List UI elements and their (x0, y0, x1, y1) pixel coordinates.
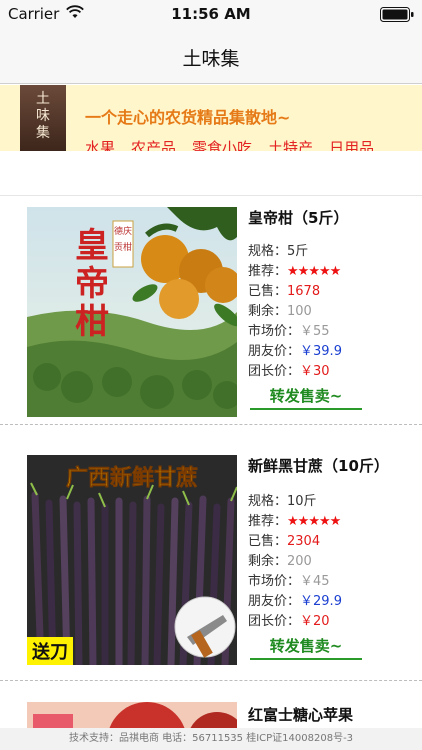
friend-price-row: 朋友价：￥29.9 (248, 590, 342, 609)
recommend-label: 推荐： (248, 514, 288, 529)
spec-row: 规格：5斤 (248, 240, 308, 259)
market-price: ￥55 (300, 324, 330, 339)
brand-logo[interactable]: 土 味 集 (20, 85, 66, 151)
forward-sell-button[interactable]: 转发售卖~ (250, 634, 362, 660)
remain-row: 剩余：100 (248, 300, 312, 319)
top-bar: Carrier 11:56 AM 土味集 (0, 0, 422, 84)
product-card[interactable]: 德庆贡柑 皇帝柑 皇帝柑（5斤） 规格：5斤 推荐：★★★★★ 已售：1678 … (0, 196, 422, 440)
image-title-text: 广西新鲜甘蔗 (66, 465, 198, 491)
recommend-label: 推荐： (248, 264, 288, 279)
leader-price-row: 团长价：￥30 (248, 360, 330, 379)
leader-price-row: 团长价：￥20 (248, 610, 330, 629)
spec-label: 规格： (248, 494, 288, 509)
market-price-row: 市场价：￥55 (248, 320, 330, 339)
leader-price: ￥30 (300, 364, 330, 379)
market-price-label: 市场价： (248, 324, 301, 339)
product-image[interactable] (27, 702, 237, 728)
clock: 11:56 AM (171, 5, 251, 23)
market-price-row: 市场价：￥45 (248, 570, 330, 589)
star-rating: ★★★★★ (287, 264, 341, 279)
friend-price: ￥39.9 (300, 344, 342, 359)
mandarin-orange-image: 德庆贡柑 皇帝柑 (27, 207, 237, 417)
spec-value: 10斤 (287, 494, 317, 509)
sold-label: 已售： (248, 534, 288, 549)
product-image[interactable]: 德庆贡柑 皇帝柑 (27, 207, 237, 417)
page-title: 土味集 (182, 48, 240, 70)
apple-image (27, 702, 237, 728)
spec-value: 5斤 (287, 244, 309, 259)
spacer (0, 151, 422, 196)
sold-count: 1678 (287, 284, 321, 299)
friend-price-label: 朋友价： (248, 344, 301, 359)
remain-label: 剩余： (248, 304, 288, 319)
sold-row: 已售：2304 (248, 530, 320, 549)
leader-price-label: 团长价： (248, 364, 301, 379)
product-card[interactable]: 广西新鲜甘蔗 送刀 新鲜黑甘蔗（10斤） 规格：10斤 推荐：★★★★★ 已售：… (0, 444, 422, 688)
promo-banner: 土 味 集 一个走心的农货精品集散地~ 水果 农产品 零食小吃 土特产 日用品 (0, 85, 422, 157)
card-divider (0, 424, 422, 425)
friend-price: ￥29.9 (300, 594, 342, 609)
leader-price-label: 团长价： (248, 614, 301, 629)
logo-char: 土 (36, 91, 50, 107)
product-name[interactable]: 红富士糖心苹果 (248, 704, 353, 725)
battery-icon (380, 7, 414, 22)
logo-char: 味 (36, 108, 50, 124)
status-bar: Carrier 11:56 AM (0, 0, 422, 30)
image-title-text: 皇帝柑 (75, 226, 109, 342)
image-badge-text: 送刀 (31, 641, 68, 663)
leader-price: ￥20 (300, 614, 330, 629)
sold-row: 已售：1678 (248, 280, 320, 299)
product-name[interactable]: 新鲜黑甘蔗（10斤） (248, 455, 389, 476)
spec-label: 规格： (248, 244, 288, 259)
product-card[interactable]: 红富士糖心苹果 (0, 690, 422, 728)
sugarcane-image: 广西新鲜甘蔗 送刀 (27, 455, 237, 665)
remain-count: 100 (287, 304, 312, 319)
card-divider (0, 680, 422, 681)
product-image[interactable]: 广西新鲜甘蔗 送刀 (27, 455, 237, 665)
banner-tagline: 一个走心的农货精品集散地~ (85, 108, 291, 127)
recommend-row: 推荐：★★★★★ (248, 260, 341, 279)
friend-price-label: 朋友价： (248, 594, 301, 609)
logo-char: 集 (36, 125, 50, 141)
recommend-row: 推荐：★★★★★ (248, 510, 341, 529)
sold-label: 已售： (248, 284, 288, 299)
forward-sell-button[interactable]: 转发售卖~ (250, 384, 362, 410)
footer-info: 技术支持：品祺电商 电话：56711535 桂ICP证14008208号-3 (0, 728, 422, 750)
product-name[interactable]: 皇帝柑（5斤） (248, 207, 348, 228)
star-rating: ★★★★★ (287, 514, 341, 529)
friend-price-row: 朋友价：￥39.9 (248, 340, 342, 359)
remain-row: 剩余：200 (248, 550, 312, 569)
market-price-label: 市场价： (248, 574, 301, 589)
remain-count: 200 (287, 554, 312, 569)
spec-row: 规格：10斤 (248, 490, 317, 509)
market-price: ￥45 (300, 574, 330, 589)
remain-label: 剩余： (248, 554, 288, 569)
sold-count: 2304 (287, 534, 321, 549)
